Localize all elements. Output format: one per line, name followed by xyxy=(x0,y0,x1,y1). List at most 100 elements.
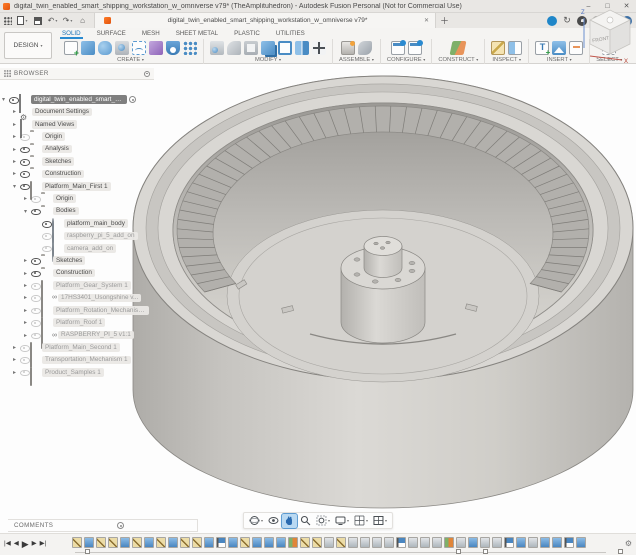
browser-item-platform-roof-1[interactable]: ▸Platform_Roof 1 xyxy=(24,317,105,328)
measure-icon[interactable] xyxy=(491,41,505,55)
configuration-table-icon[interactable] xyxy=(391,41,405,55)
visibility-eye-icon[interactable] xyxy=(31,294,41,302)
browser-item-construction[interactable]: ▸Construction xyxy=(24,268,95,279)
timeline-feature-33[interactable] xyxy=(456,537,466,548)
expand-arrow-icon[interactable]: ▸ xyxy=(24,319,31,326)
joint-icon[interactable] xyxy=(358,41,372,55)
fillet-icon[interactable] xyxy=(227,41,241,55)
comments-bar[interactable]: COMMENTS xyxy=(8,519,198,532)
orbit-icon[interactable]: ▾ xyxy=(247,514,265,528)
visibility-eye-icon[interactable] xyxy=(20,170,30,178)
tab-close-icon[interactable]: ✕ xyxy=(424,17,429,24)
browser-item-label[interactable]: 17HS3401_Usongshine v... xyxy=(58,294,141,303)
browser-item-origin[interactable]: ▸Origin xyxy=(13,131,65,142)
timeline-feature-18[interactable] xyxy=(276,537,286,548)
ribbon-tab-surface[interactable]: SURFACE xyxy=(95,29,128,39)
combine-icon[interactable] xyxy=(261,41,275,55)
timeline-feature-31[interactable] xyxy=(432,537,442,548)
view-cube[interactable]: Z X FRONT xyxy=(576,2,634,66)
timeline-feature-17[interactable] xyxy=(264,537,274,548)
expand-arrow-icon[interactable]: ▾ xyxy=(13,183,20,190)
insert-mesh-icon[interactable] xyxy=(535,41,549,55)
expand-arrow-icon[interactable]: ▸ xyxy=(24,294,31,301)
timeline-feature-43[interactable] xyxy=(576,537,586,548)
browser-item-platform-main-second-1[interactable]: ▸Platform_Main_Second 1 xyxy=(13,342,120,353)
timeline-step-forward-button[interactable]: ▶ xyxy=(32,538,37,550)
visibility-eye-icon[interactable] xyxy=(31,269,41,277)
zoom-icon[interactable] xyxy=(298,514,313,528)
browser-item-label[interactable]: Platform_Main_First 1 xyxy=(42,182,111,191)
timeline-feature-35[interactable] xyxy=(480,537,490,548)
apps-grid-icon[interactable] xyxy=(1,14,14,27)
visibility-eye-icon[interactable] xyxy=(9,96,19,104)
browser-item-platform-main-body[interactable]: platform_main_body xyxy=(35,218,128,229)
browser-item-bodies[interactable]: ▾Bodies xyxy=(24,206,79,217)
browser-item-label[interactable]: Analysis xyxy=(42,145,72,154)
timeline-feature-42[interactable] xyxy=(564,537,574,548)
timeline-feature-13[interactable] xyxy=(216,537,226,548)
browser-item-document-settings[interactable]: ▸⚙Document Settings xyxy=(13,106,92,117)
timeline-feature-28[interactable] xyxy=(396,537,406,548)
timeline-feature-1[interactable] xyxy=(72,537,82,548)
configuration-table-icon[interactable] xyxy=(408,41,422,55)
press-pull-icon[interactable] xyxy=(210,41,224,55)
visibility-eye-icon[interactable] xyxy=(20,133,30,141)
browser-item-label[interactable]: Named Views xyxy=(32,120,77,129)
browser-item-digital-twin-enabled-smart-sh-[interactable]: ▾digital_twin_enabled_smart_sh... xyxy=(2,94,136,105)
visibility-eye-icon[interactable] xyxy=(20,368,30,376)
save-button[interactable] xyxy=(31,14,44,27)
group-label-insert[interactable]: INSERT ▾ xyxy=(547,57,572,63)
timeline-feature-22[interactable] xyxy=(324,537,334,548)
browser-item-raspberry-pi-5-add-on[interactable]: raspberry_pi_5_add_on xyxy=(35,230,138,241)
timeline-step-back-button[interactable]: ◀ xyxy=(14,538,19,550)
ribbon-tab-mesh[interactable]: MESH xyxy=(140,29,162,39)
viewports-icon[interactable]: ▾ xyxy=(371,514,389,528)
browser-item-label[interactable]: Platform_Gear_System 1 xyxy=(53,281,131,290)
ribbon-tab-solid[interactable]: SOLID xyxy=(60,29,83,39)
spline-icon[interactable] xyxy=(132,41,146,55)
visibility-eye-icon[interactable] xyxy=(42,244,52,252)
extrude-icon[interactable] xyxy=(81,41,95,55)
visibility-eye-icon[interactable] xyxy=(42,220,52,228)
form-icon[interactable] xyxy=(98,41,112,55)
timeline-feature-6[interactable] xyxy=(132,537,142,548)
timeline-track[interactable] xyxy=(75,552,606,553)
group-label-configure[interactable]: CONFIGURE ▾ xyxy=(387,57,425,63)
timeline-settings-icon[interactable]: ⚙ xyxy=(625,539,632,549)
shell-icon[interactable] xyxy=(244,41,258,55)
expand-arrow-icon[interactable]: ▸ xyxy=(13,133,20,140)
display-settings-icon[interactable]: ▾ xyxy=(333,514,351,528)
new-component-icon[interactable] xyxy=(341,41,355,55)
timeline-feature-4[interactable] xyxy=(108,537,118,548)
browser-item-label[interactable]: RASPBERRY_PI_5 v1:1 xyxy=(58,331,134,340)
section-analysis-icon[interactable] xyxy=(508,41,522,55)
timeline-feature-25[interactable] xyxy=(360,537,370,548)
timeline-feature-39[interactable] xyxy=(528,537,538,548)
expand-arrow-icon[interactable]: ▸ xyxy=(13,108,20,115)
timeline-feature-24[interactable] xyxy=(348,537,358,548)
offset-face-icon[interactable] xyxy=(278,41,292,55)
expand-arrow-icon[interactable]: ▸ xyxy=(24,332,31,339)
browser-item-label[interactable]: digital_twin_enabled_smart_sh... xyxy=(31,95,127,104)
browser-filter-icon[interactable] xyxy=(144,71,150,77)
browser-item-label[interactable]: platform_main_body xyxy=(64,219,128,228)
expand-arrow-icon[interactable]: ▾ xyxy=(24,208,31,215)
timeline-feature-40[interactable] xyxy=(540,537,550,548)
browser-item-analysis[interactable]: ▸ Analysis xyxy=(13,144,72,155)
activate-component-radio[interactable] xyxy=(129,96,136,103)
expand-arrow-icon[interactable]: ▸ xyxy=(13,146,20,153)
construct-plane-icon[interactable] xyxy=(450,41,467,55)
timeline-feature-2[interactable] xyxy=(84,537,94,548)
browser-item-label[interactable]: Platform_Main_Second 1 xyxy=(42,343,120,352)
browser-item-raspberry-pi-5-v1-1[interactable]: ▸∞RASPBERRY_PI_5 v1:1 xyxy=(24,330,134,341)
browser-header[interactable]: BROWSER xyxy=(0,68,154,80)
browser-item-sketches[interactable]: ▸Sketches xyxy=(24,255,85,266)
workspace-selector[interactable]: DESIGN▾ xyxy=(4,32,52,59)
visibility-eye-icon[interactable] xyxy=(31,257,41,265)
pattern-icon[interactable] xyxy=(183,41,197,55)
browser-item-17hs3401-usongshine-v-[interactable]: ▸∞17HS3401_Usongshine v... xyxy=(24,292,141,303)
browser-item-transportation-mechanism-1[interactable]: ▸Transportation_Mechanism 1 xyxy=(13,354,131,365)
timeline-feature-41[interactable] xyxy=(552,537,562,548)
browser-item-sketches[interactable]: ▸Sketches xyxy=(13,156,74,167)
expand-arrow-icon[interactable]: ▸ xyxy=(13,158,20,165)
